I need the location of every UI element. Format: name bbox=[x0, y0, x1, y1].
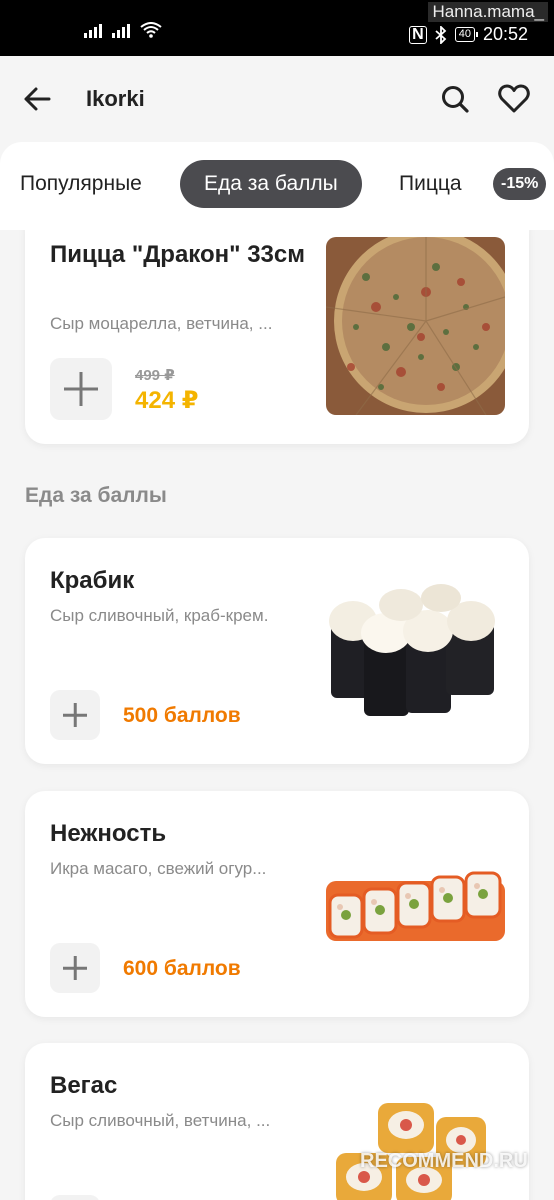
pizza-image bbox=[326, 237, 505, 415]
watermark: RECOMMEND.RU bbox=[360, 1150, 528, 1172]
old-price: 499 ₽ bbox=[135, 367, 175, 384]
add-to-cart-button[interactable] bbox=[50, 1195, 100, 1200]
app-header: Ikorki bbox=[0, 56, 554, 144]
status-bar: Hanna.mama_ N 40 20:52 bbox=[0, 0, 554, 56]
clock: 20:52 bbox=[482, 24, 528, 44]
product-description: Икра масаго, свежий огур... bbox=[50, 859, 267, 878]
tempura-rolls-image bbox=[336, 1103, 486, 1200]
nfc-icon: N bbox=[409, 25, 427, 44]
add-to-cart-button[interactable] bbox=[50, 358, 112, 420]
discount-badge[interactable]: -15% bbox=[493, 168, 547, 200]
sushi-rolls-image bbox=[329, 584, 495, 716]
menu-list: Пицца "Дракон" 33см Сыр моцарелла, ветчи… bbox=[0, 230, 554, 1200]
tab-popular[interactable]: Популярные bbox=[20, 160, 142, 208]
wifi-icon bbox=[140, 22, 162, 38]
product-price: 424 ₽ bbox=[135, 387, 199, 414]
product-points-price: 500 баллов bbox=[123, 704, 241, 727]
product-name: Крабик bbox=[50, 567, 135, 594]
california-rolls-image bbox=[326, 871, 505, 941]
battery-icon: 40 bbox=[454, 27, 479, 42]
bluetooth-icon bbox=[435, 25, 447, 44]
product-description: Сыр моцарелла, ветчина, ... bbox=[50, 314, 273, 333]
search-icon[interactable] bbox=[440, 84, 470, 114]
cellular-signal-icon bbox=[84, 22, 102, 38]
heart-icon[interactable] bbox=[498, 83, 530, 115]
add-to-cart-button[interactable] bbox=[50, 943, 100, 993]
product-card-nezhnost[interactable]: Нежность Икра масаго, свежий огур... 600… bbox=[25, 791, 529, 1017]
category-tabs: Популярные Еда за баллы Пицца -15% bbox=[0, 142, 554, 230]
tab-food-for-points[interactable]: Еда за баллы bbox=[180, 160, 362, 208]
overlay-username: Hanna.mama_ bbox=[428, 2, 548, 22]
product-description: Сыр сливочный, краб-крем. bbox=[50, 606, 269, 625]
back-arrow-icon[interactable] bbox=[22, 84, 52, 114]
product-name: Пицца "Дракон" 33см bbox=[50, 241, 305, 268]
product-card-krabik[interactable]: Крабик Сыр сливочный, краб-крем. 500 бал… bbox=[25, 538, 529, 764]
product-name: Нежность bbox=[50, 820, 167, 847]
tab-pizza[interactable]: Пицца bbox=[399, 160, 462, 208]
product-card-vegas[interactable]: Вегас Сыр сливочный, ветчина, ... bbox=[25, 1043, 529, 1200]
product-name: Вегас bbox=[50, 1072, 118, 1099]
section-title: Еда за баллы bbox=[25, 484, 167, 507]
product-card-pizza[interactable]: Пицца "Дракон" 33см Сыр моцарелла, ветчи… bbox=[25, 230, 529, 444]
page-title: Ikorki bbox=[86, 86, 145, 111]
product-points-price: 600 баллов bbox=[123, 957, 241, 980]
add-to-cart-button[interactable] bbox=[50, 690, 100, 740]
cellular-signal-2-icon bbox=[112, 22, 130, 38]
product-description: Сыр сливочный, ветчина, ... bbox=[50, 1111, 271, 1130]
